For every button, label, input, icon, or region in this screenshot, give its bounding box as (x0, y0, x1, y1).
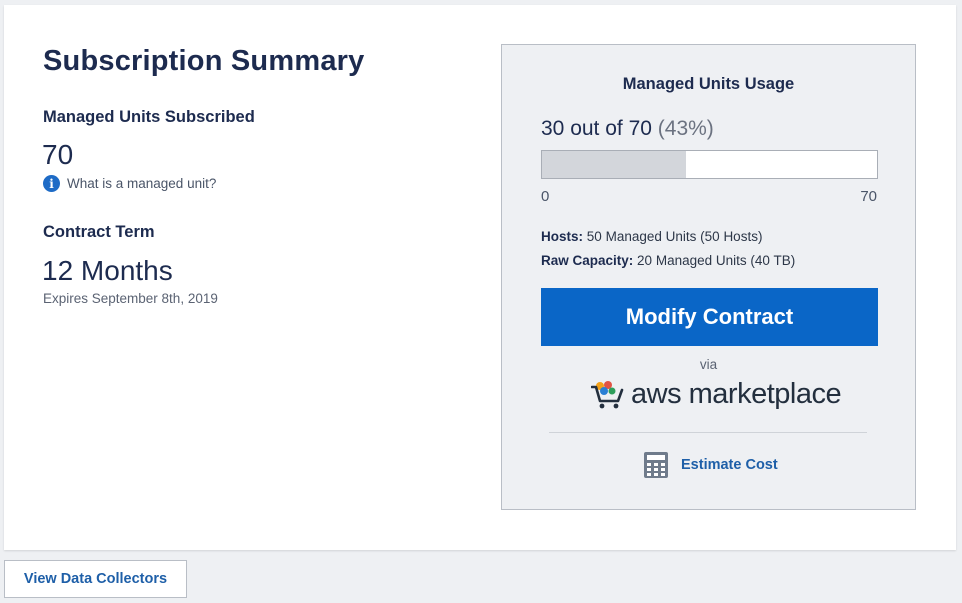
raw-capacity-units-suffix: Managed Units ( (655, 253, 755, 268)
page-title: Subscription Summary (43, 45, 365, 77)
info-icon: i (43, 175, 60, 192)
units-subscribed-label: Managed Units Subscribed (43, 108, 255, 126)
hosts-count-suffix: Hosts) (723, 229, 763, 244)
raw-capacity-units: 20 (637, 253, 653, 268)
view-data-collectors-button[interactable]: View Data Collectors (4, 560, 187, 598)
usage-title: Managed Units Usage (622, 75, 795, 93)
hosts-units: 50 (586, 229, 602, 244)
units-subscribed-value: 70 (42, 139, 74, 170)
hosts-label: Hosts: (541, 229, 584, 244)
via-label: via (699, 357, 718, 372)
calculator-icon (644, 452, 668, 478)
contract-term-label: Contract Term (43, 223, 155, 241)
estimate-cost-link[interactable]: Estimate Cost (644, 452, 778, 478)
usage-progress-bar (541, 150, 878, 179)
subscription-card: Subscription Summary Managed Units Subsc… (4, 5, 956, 550)
contract-term-value: 12 Months (42, 255, 173, 286)
raw-capacity-amount-suffix: TB) (773, 253, 796, 268)
usage-progress-fill (542, 151, 686, 178)
raw-capacity-label: Raw Capacity: (541, 253, 634, 268)
aws-cart-icon (591, 380, 624, 408)
usage-panel: Managed Units Usage 30 out of 70 (43%) 0… (501, 44, 916, 510)
usage-percent: (43%) (657, 117, 714, 140)
raw-capacity-amount: 40 (754, 253, 770, 268)
aws-marketplace-text: aws marketplace (631, 378, 842, 410)
contract-expiry: Expires September 8th, 2019 (43, 291, 218, 306)
usage-count: 30 out of 70 (541, 117, 652, 140)
usage-bar-min: 0 (541, 188, 550, 205)
usage-value: 30 out of 70 (43%) (541, 117, 714, 141)
estimate-cost-label: Estimate Cost (681, 457, 778, 473)
managed-unit-help[interactable]: i What is a managed unit? (43, 175, 216, 192)
modify-contract-button[interactable]: Modify Contract (541, 288, 878, 346)
panel-divider (549, 432, 867, 433)
managed-unit-help-link[interactable]: What is a managed unit? (67, 176, 216, 191)
hosts-detail: Hosts: 50 Managed Units (50 Hosts) (541, 229, 762, 244)
raw-capacity-detail: Raw Capacity: 20 Managed Units (40 TB) (541, 253, 795, 268)
usage-bar-max: 70 (860, 188, 877, 205)
hosts-count: 50 (704, 229, 720, 244)
hosts-units-suffix: Managed Units ( (605, 229, 705, 244)
aws-marketplace-logo[interactable]: aws marketplace (591, 378, 842, 411)
